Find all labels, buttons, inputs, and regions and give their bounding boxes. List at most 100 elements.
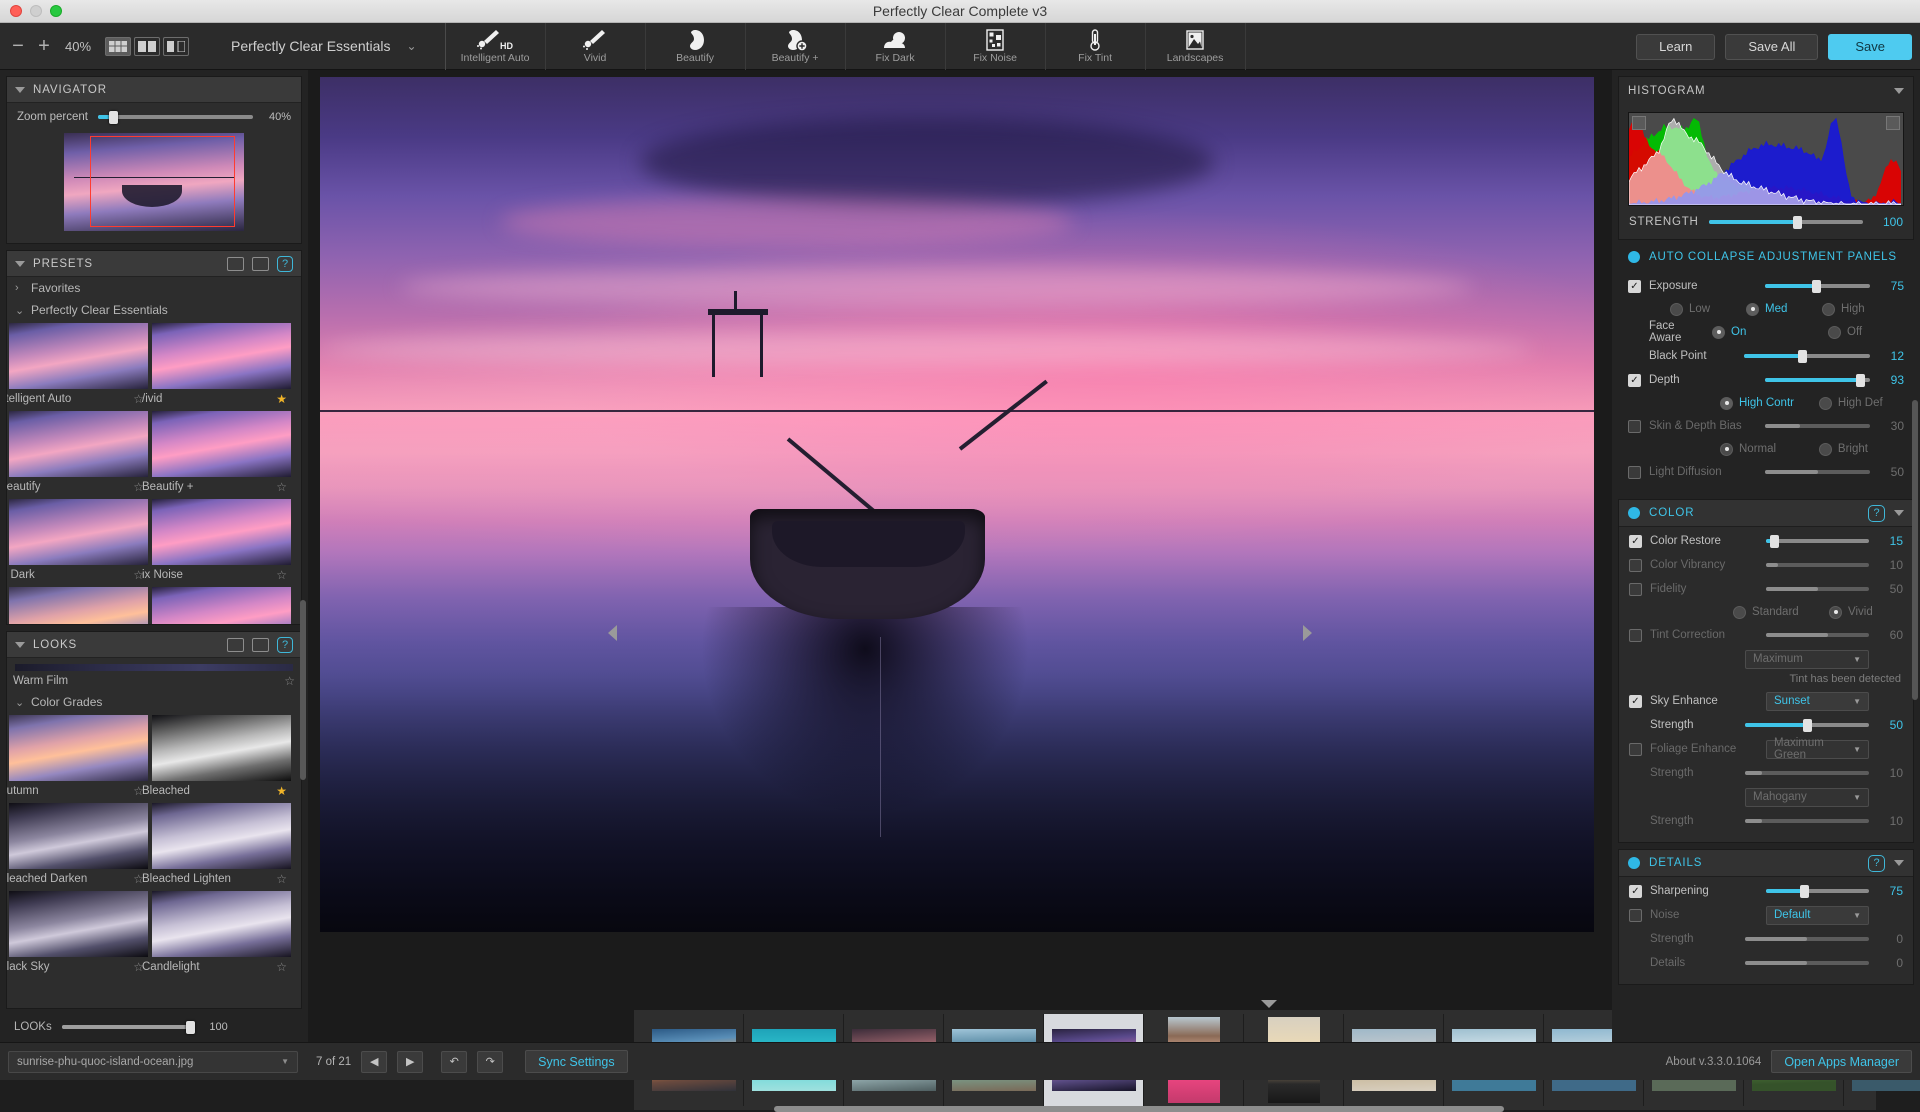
histogram-header[interactable]: HISTOGRAM — [1619, 77, 1913, 104]
light-diffusion-slider[interactable] — [1765, 470, 1870, 474]
color-vibrancy-slider[interactable] — [1766, 563, 1869, 567]
learn-button[interactable]: Learn — [1636, 34, 1715, 60]
row-noise-strength[interactable]: Strength 0 — [1629, 927, 1903, 951]
radio-button-icon[interactable] — [1829, 606, 1842, 619]
radio-face-aware-off[interactable]: Off — [1828, 326, 1904, 339]
preset-thumb-cell[interactable] — [150, 585, 293, 625]
fidelity-mode-radios[interactable]: Standard Vivid — [1629, 601, 1903, 623]
row-noise[interactable]: Noise Default ▼ — [1629, 903, 1903, 927]
fidelity-checkbox[interactable] — [1629, 583, 1642, 596]
looks-group-color-grades[interactable]: ⌄ Color Grades — [7, 691, 301, 713]
skin-depth-bias-slider[interactable] — [1765, 424, 1870, 428]
help-icon[interactable]: ? — [277, 637, 293, 653]
row-fidelity[interactable]: Fidelity 50 — [1629, 577, 1903, 601]
navigator-panel-header[interactable]: NAVIGATOR — [7, 77, 301, 103]
slider-knob[interactable] — [1798, 350, 1807, 363]
navigator-thumbnail[interactable] — [64, 133, 244, 231]
preset-thumbnail[interactable] — [152, 411, 291, 477]
row-light-diffusion[interactable]: Light Diffusion 50 — [1628, 460, 1904, 484]
looks-thumbnail-grid[interactable]: Autumn☆Bleached★Bleached Darken☆Bleached… — [7, 713, 301, 977]
grid-layout-icon[interactable] — [227, 638, 244, 652]
noise-checkbox[interactable] — [1629, 909, 1642, 922]
presets-panel-header[interactable]: PRESETS ? — [7, 251, 301, 277]
preset-thumbnail[interactable] — [152, 323, 291, 389]
favorite-star-icon[interactable]: ☆ — [276, 480, 287, 494]
prev-image-arrow-icon[interactable] — [608, 625, 617, 641]
preset-thumbnail[interactable] — [9, 803, 148, 869]
preset-thumb-cell[interactable]: Beautify☆ — [7, 409, 150, 497]
row-foliage-enhance[interactable]: Foliage Enhance Maximum Green ▼ — [1629, 737, 1903, 761]
row-sky-strength[interactable]: Strength 50 — [1629, 713, 1903, 737]
histogram-white-clip-box[interactable] — [1886, 116, 1900, 130]
triangle-collapse-icon[interactable] — [15, 87, 25, 93]
row-wood-strength[interactable]: Strength 10 — [1629, 809, 1903, 833]
slider-knob[interactable] — [1803, 719, 1812, 732]
bias-mode-radios[interactable]: Normal Bright — [1628, 438, 1904, 460]
preset-thumbnail[interactable] — [9, 411, 148, 477]
list-layout-icon[interactable] — [252, 638, 269, 652]
preset-group-essentials[interactable]: ⌄ Perfectly Clear Essentials — [7, 299, 301, 321]
sync-settings-button[interactable]: Sync Settings — [525, 1050, 627, 1073]
radio-normal[interactable]: Normal — [1720, 443, 1819, 456]
looks-strength-slider[interactable] — [62, 1025, 190, 1029]
radio-button-icon[interactable] — [1819, 397, 1832, 410]
radio-exposure-high[interactable]: High — [1822, 303, 1898, 316]
depth-slider[interactable] — [1765, 378, 1870, 382]
radio-button-icon[interactable] — [1712, 326, 1725, 339]
tint-correction-dropdown[interactable]: Maximum ▼ — [1745, 650, 1869, 669]
tool-vivid[interactable]: Vivid — [546, 23, 646, 70]
slider-knob[interactable] — [1812, 280, 1821, 293]
strength-slider[interactable] — [1709, 220, 1863, 224]
radio-button-icon[interactable] — [1720, 443, 1733, 456]
preset-thumb-cell[interactable]: Bleached★ — [150, 713, 293, 801]
radio-high-def[interactable]: High Def — [1819, 397, 1904, 410]
row-tint-dropdown[interactable]: Maximum ▼ — [1629, 647, 1903, 671]
sky-enhance-dropdown[interactable]: Sunset ▼ — [1766, 692, 1869, 711]
filmstrip-scrollbar[interactable] — [774, 1106, 1504, 1112]
left-panel-scrollbar[interactable] — [300, 600, 306, 780]
radio-high-contr[interactable]: High Contr — [1720, 397, 1819, 410]
row-face-aware[interactable]: Face Aware On Off — [1628, 320, 1904, 344]
triangle-collapse-icon[interactable] — [15, 261, 25, 267]
navigator-viewport-rect[interactable] — [90, 136, 235, 227]
details-panel-header[interactable]: DETAILS ? — [1619, 850, 1913, 877]
slider-knob[interactable] — [1793, 216, 1802, 229]
help-icon[interactable]: ? — [1868, 855, 1885, 872]
histogram-black-clip-box[interactable] — [1632, 116, 1646, 130]
slider-knob[interactable] — [1800, 885, 1809, 898]
favorite-star-icon[interactable]: ☆ — [276, 872, 287, 886]
preset-thumb-cell[interactable]: Black Sky☆ — [7, 889, 150, 977]
help-icon[interactable]: ? — [277, 256, 293, 272]
row-color-restore[interactable]: ✓ Color Restore 15 — [1629, 529, 1903, 553]
next-image-button[interactable]: ▶ — [397, 1051, 423, 1073]
chevron-down-icon[interactable]: ⌄ — [407, 39, 417, 53]
exposure-mode-radios[interactable]: Low Med High — [1628, 298, 1904, 320]
noise-strength-slider[interactable] — [1745, 937, 1869, 941]
radio-button-icon[interactable] — [1819, 443, 1832, 456]
save-button[interactable]: Save — [1828, 34, 1912, 60]
tool-fix-noise[interactable]: Fix Noise — [946, 23, 1046, 70]
zoom-in-button[interactable]: + — [31, 31, 57, 61]
row-sharpening[interactable]: ✓ Sharpening 75 — [1629, 879, 1903, 903]
main-image-preview[interactable] — [320, 77, 1594, 932]
tool-fix-dark[interactable]: Fix Dark — [846, 23, 946, 70]
looks-panel-header[interactable]: LOOKS ? — [7, 632, 301, 658]
light-diffusion-checkbox[interactable] — [1628, 466, 1641, 479]
favorite-star-icon[interactable]: ★ — [276, 784, 287, 798]
slider-knob[interactable] — [1856, 374, 1865, 387]
radio-button-icon[interactable] — [1733, 606, 1746, 619]
tool-landscapes[interactable]: Landscapes — [1146, 23, 1246, 70]
radio-vivid[interactable]: Vivid — [1829, 606, 1899, 619]
view-mode-group[interactable] — [105, 37, 189, 56]
preset-thumbnail[interactable] — [152, 803, 291, 869]
noise-details-slider[interactable] — [1745, 961, 1869, 965]
preset-thumbnail[interactable] — [152, 587, 291, 625]
tool-beautify[interactable]: Beautify — [646, 23, 746, 70]
radio-button-icon[interactable] — [1720, 397, 1733, 410]
next-image-arrow-icon[interactable] — [1303, 625, 1312, 641]
preset-thumbnail[interactable] — [152, 715, 291, 781]
slider-knob[interactable] — [1770, 535, 1779, 548]
preset-thumb-cell[interactable]: Autumn☆ — [7, 713, 150, 801]
slider-knob[interactable] — [186, 1021, 195, 1034]
row-wood-dropdown[interactable]: Mahogany ▼ — [1629, 785, 1903, 809]
